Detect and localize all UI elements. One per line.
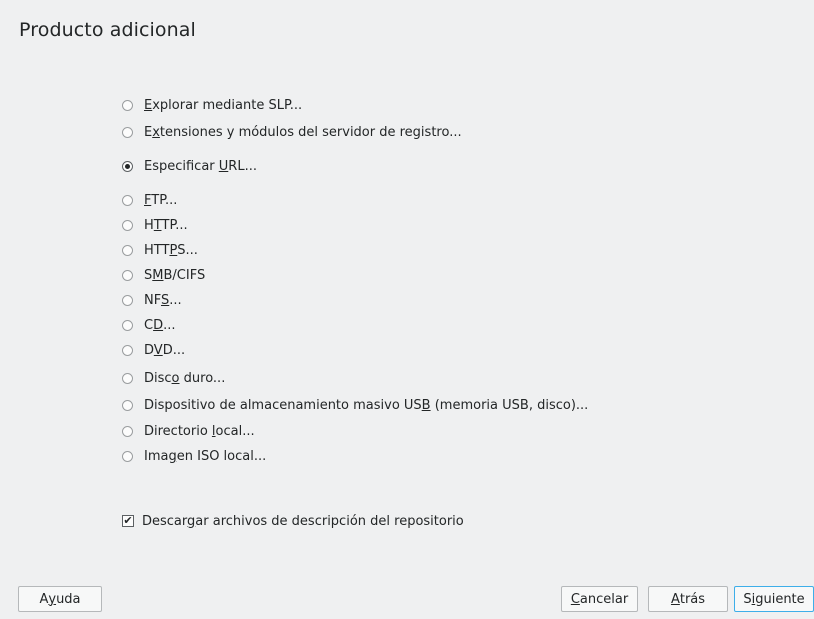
option-label: FTP... — [144, 192, 178, 208]
radio-cd[interactable]: CD... — [122, 315, 176, 335]
checkbox[interactable]: ✔ — [122, 515, 134, 527]
radio-button[interactable] — [122, 99, 133, 111]
option-label: Directorio local... — [144, 423, 255, 439]
radio-nfs[interactable]: NFS... — [122, 290, 182, 310]
radio-specify-url[interactable]: Especificar URL... — [122, 156, 257, 176]
radio-button[interactable] — [122, 319, 133, 331]
option-label: Dispositivo de almacenamiento masivo USB… — [144, 397, 589, 413]
option-label: HTTP... — [144, 217, 188, 233]
option-label: Disco duro... — [144, 370, 226, 386]
checkbox-label: Descargar archivos de descripción del re… — [142, 513, 464, 529]
radio-button-selected[interactable] — [122, 160, 133, 172]
download-description-files-checkbox-row[interactable]: ✔ Descargar archivos de descripción del … — [122, 511, 464, 531]
radio-local-iso[interactable]: Imagen ISO local... — [122, 446, 266, 466]
option-label: Explorar mediante SLP... — [144, 97, 303, 113]
option-label: DVD... — [144, 342, 186, 358]
radio-ftp[interactable]: FTP... — [122, 190, 177, 210]
option-label: CD... — [144, 317, 176, 333]
radio-explore-slp[interactable]: Explorar mediante SLP... — [122, 95, 302, 115]
radio-smb-cifs[interactable]: SMB/CIFS — [122, 265, 205, 285]
radio-button[interactable] — [122, 269, 133, 281]
radio-button[interactable] — [122, 126, 133, 138]
radio-button[interactable] — [122, 450, 133, 462]
radio-button[interactable] — [122, 294, 133, 306]
next-button[interactable]: Si guiente — [734, 586, 814, 612]
radio-usb-storage[interactable]: Dispositivo de almacenamiento masivo USB… — [122, 395, 588, 415]
radio-https[interactable]: HTTPS... — [122, 240, 198, 260]
radio-button[interactable] — [122, 344, 133, 356]
radio-button[interactable] — [122, 372, 133, 384]
option-label: Extensiones y módulos del servidor de re… — [144, 124, 462, 140]
option-label: HTTPS... — [144, 242, 198, 258]
radio-button[interactable] — [122, 219, 133, 231]
radio-local-directory[interactable]: Directorio local... — [122, 421, 255, 441]
cancel-button[interactable]: Cancelar — [561, 586, 638, 612]
option-label: Especificar URL... — [144, 158, 257, 174]
checkmark-icon: ✔ — [123, 514, 133, 527]
radio-button[interactable] — [122, 244, 133, 256]
option-label: NFS... — [144, 292, 182, 308]
radio-dvd[interactable]: DVD... — [122, 340, 185, 360]
option-label: Imagen ISO local... — [144, 448, 267, 464]
radio-button[interactable] — [122, 194, 133, 206]
option-label: SMB/CIFS — [144, 267, 206, 283]
radio-hard-disk[interactable]: Disco duro... — [122, 368, 225, 388]
radio-http[interactable]: HTTP... — [122, 215, 188, 235]
help-button[interactable]: Ay uda — [18, 586, 102, 612]
back-button[interactable]: Atrás — [648, 586, 728, 612]
radio-button[interactable] — [122, 399, 133, 411]
page-title: Producto adicional — [19, 19, 196, 41]
radio-button[interactable] — [122, 425, 133, 437]
radio-registry-extensions[interactable]: Extensiones y módulos del servidor de re… — [122, 122, 462, 142]
